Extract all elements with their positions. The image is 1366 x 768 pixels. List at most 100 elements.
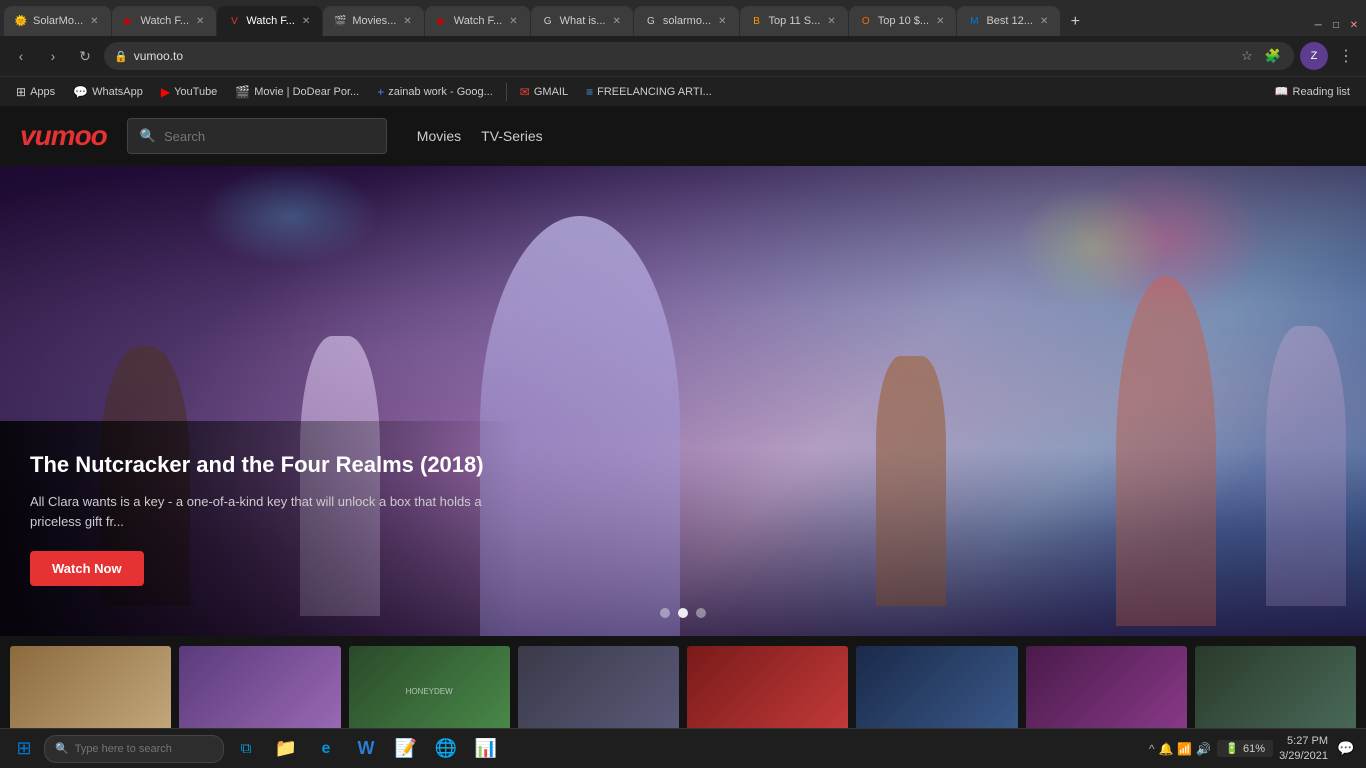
browser-menu-button[interactable]: ⋮: [1334, 44, 1358, 68]
bookmark-zainab[interactable]: + zainab work - Goog...: [369, 83, 501, 101]
site-header: vumoo 🔍 Movies TV-Series: [0, 106, 1366, 166]
thumbnail-8[interactable]: [1195, 646, 1356, 728]
battery-indicator[interactable]: 🔋 61%: [1217, 740, 1273, 757]
tab-best12[interactable]: M Best 12... ✕: [957, 6, 1060, 36]
bookmark-freelancing[interactable]: ≡ FREELANCING ARTI...: [578, 83, 720, 101]
tab-label-7: solarmo...: [663, 15, 711, 27]
zainab-icon: +: [377, 85, 384, 99]
start-button[interactable]: ⊞: [8, 733, 40, 765]
bookmark-whatsapp-label: WhatsApp: [92, 86, 143, 98]
carousel-dot-2[interactable]: [678, 608, 688, 618]
taskbar-search-input[interactable]: [75, 743, 213, 755]
tab-solarmovie[interactable]: 🌞 SolarMo... ✕: [4, 6, 111, 36]
minimize-button[interactable]: ─: [1310, 17, 1326, 33]
taskbar-chrome[interactable]: 🌐: [428, 731, 464, 767]
thumbnail-3[interactable]: HONEYDEW: [349, 646, 510, 728]
bookmark-youtube[interactable]: ▶ YouTube: [153, 83, 225, 101]
thumbnail-7[interactable]: [1026, 646, 1187, 728]
taskbar-search-box[interactable]: 🔍: [44, 735, 224, 763]
carousel-dot-3[interactable]: [696, 608, 706, 618]
taskbar-edge[interactable]: e: [308, 731, 344, 767]
hero-char-soldier: [876, 356, 946, 606]
thumbnails-row: HONEYDEW: [0, 636, 1366, 728]
taskbar-office-w[interactable]: W: [348, 731, 384, 767]
thumbnail-6[interactable]: [856, 646, 1017, 728]
movie-bookmark-icon: 🎬: [235, 85, 250, 99]
tab-favicon-7: G: [644, 14, 658, 28]
edge-icon: e: [322, 740, 331, 758]
tab-favicon-8: B: [750, 14, 764, 28]
tray-network-icon[interactable]: 🔔: [1158, 742, 1173, 756]
office-w-icon: W: [358, 738, 375, 759]
profile-button[interactable]: Z: [1300, 42, 1328, 70]
windows-logo-icon: ⊞: [16, 738, 31, 759]
reading-list-button[interactable]: 📖 Reading list: [1267, 83, 1358, 100]
tab-top11[interactable]: B Top 11 S... ✕: [740, 6, 848, 36]
nav-movies[interactable]: Movies: [417, 128, 461, 144]
taskbar-taskview[interactable]: ⧉: [228, 731, 264, 767]
thumbnail-1[interactable]: [10, 646, 171, 728]
new-tab-button[interactable]: +: [1061, 8, 1089, 36]
tab-close-4[interactable]: ✕: [401, 14, 413, 29]
tab-watchf-5[interactable]: ▶ Watch F... ✕: [425, 6, 530, 36]
taskbar-file-explorer[interactable]: 📁: [268, 731, 304, 767]
tray-arrow-icon[interactable]: ^: [1149, 742, 1155, 756]
tab-solarmo[interactable]: G solarmo... ✕: [634, 6, 739, 36]
extensions-icon[interactable]: 🧩: [1262, 45, 1284, 67]
watch-now-button[interactable]: Watch Now: [30, 551, 144, 586]
bookmark-star-icon[interactable]: ☆: [1236, 45, 1258, 67]
tab-favicon-3: V: [227, 14, 241, 28]
bookmark-gmail-label: GMAIL: [534, 86, 568, 98]
notification-icon: 💬: [1337, 740, 1354, 757]
tray-wifi-icon[interactable]: 📶: [1177, 742, 1192, 756]
tab-close-1[interactable]: ✕: [88, 14, 100, 29]
bookmark-movie[interactable]: 🎬 Movie | DoDear Por...: [227, 83, 367, 101]
back-button[interactable]: ‹: [8, 43, 34, 69]
tab-close-7[interactable]: ✕: [716, 14, 728, 29]
reading-list-label: Reading list: [1293, 86, 1350, 98]
vumoo-logo[interactable]: vumoo: [20, 120, 107, 152]
tray-sound-icon[interactable]: 🔊: [1196, 742, 1211, 756]
thumbnail-2[interactable]: [179, 646, 340, 728]
taskbar-data-app[interactable]: 📊: [468, 731, 504, 767]
tab-vumoo-active[interactable]: V Watch F... ✕: [217, 6, 322, 36]
tab-whatis[interactable]: G What is... ✕: [531, 6, 633, 36]
file-explorer-icon: 📁: [275, 738, 297, 759]
clock-date: 3/29/2021: [1279, 749, 1328, 763]
thumbnail-5[interactable]: [687, 646, 848, 728]
notification-button[interactable]: 💬: [1334, 737, 1358, 761]
refresh-button[interactable]: ↻: [72, 43, 98, 69]
tab-close-3[interactable]: ✕: [300, 14, 312, 29]
tab-close-5[interactable]: ✕: [507, 14, 519, 29]
bookmark-whatsapp[interactable]: 💬 WhatsApp: [65, 83, 151, 101]
word-icon: 📝: [395, 738, 417, 759]
tab-close-2[interactable]: ✕: [194, 14, 206, 29]
bookmark-gmail[interactable]: ✉ GMAIL: [512, 83, 576, 101]
tab-movies[interactable]: 🎬 Movies... ✕: [323, 6, 423, 36]
tab-close-10[interactable]: ✕: [1038, 14, 1050, 29]
tab-watchf-2[interactable]: ▶ Watch F... ✕: [112, 6, 217, 36]
tab-favicon-1: 🌞: [14, 14, 28, 28]
site-search-box[interactable]: 🔍: [127, 118, 387, 154]
thumbnail-4[interactable]: [518, 646, 679, 728]
url-bar[interactable]: 🔒 vumoo.to ☆ 🧩: [104, 42, 1294, 70]
tab-top10[interactable]: O Top 10 $... ✕: [849, 6, 957, 36]
system-clock[interactable]: 5:27 PM 3/29/2021: [1279, 734, 1328, 763]
forward-button[interactable]: ›: [40, 43, 66, 69]
taskview-icon: ⧉: [241, 740, 252, 757]
site-search-input[interactable]: [164, 129, 374, 144]
maximize-button[interactable]: □: [1328, 17, 1344, 33]
tab-close-9[interactable]: ✕: [934, 14, 946, 29]
tab-label-10: Best 12...: [986, 15, 1032, 27]
bookmark-apps[interactable]: ⊞ Apps: [8, 83, 63, 101]
taskbar-word[interactable]: 📝: [388, 731, 424, 767]
tab-favicon-10: M: [967, 14, 981, 28]
whatsapp-icon: 💬: [73, 85, 88, 99]
nav-tvseries[interactable]: TV-Series: [481, 128, 542, 144]
hero-char-far-right: [1266, 326, 1346, 606]
close-window-button[interactable]: ✕: [1346, 17, 1362, 33]
tab-close-8[interactable]: ✕: [825, 14, 837, 29]
tab-close-6[interactable]: ✕: [610, 14, 622, 29]
carousel-dot-1[interactable]: [660, 608, 670, 618]
thumb-inner-2: [179, 646, 340, 728]
